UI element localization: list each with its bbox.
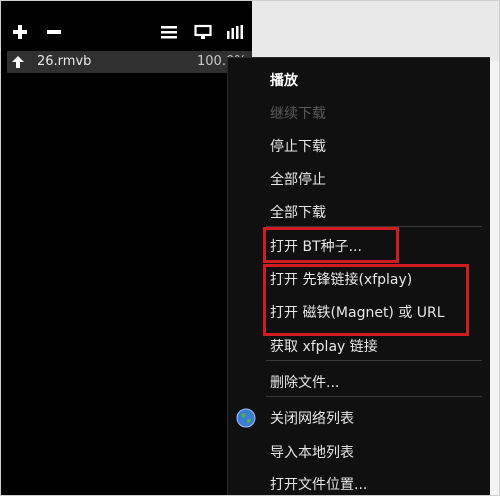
- menu-item-label: 打开 先锋链接(xfplay): [270, 272, 413, 288]
- signal-button[interactable]: [223, 17, 247, 47]
- menu-item-resume-download: 继续下载: [228, 95, 490, 129]
- menu-item-import-local-list[interactable]: 导入本地列表: [228, 434, 490, 468]
- menu-item-label: 获取 xfplay 链接: [270, 339, 378, 355]
- menu-item-label: 继续下载: [270, 106, 326, 122]
- menu-item-label: 打开 磁铁(Magnet) 或 URL: [270, 305, 445, 321]
- screen-button[interactable]: [191, 17, 215, 47]
- menu-separator: [266, 226, 482, 227]
- menu-item-label: 全部下载: [270, 205, 326, 221]
- menu-item-label: 删除文件...: [270, 375, 340, 391]
- menu-item-close-network-list[interactable]: 关闭网络列表: [228, 400, 490, 434]
- menu-item-play[interactable]: 播放: [228, 62, 490, 96]
- menu-item-download-all[interactable]: 全部下载: [228, 194, 490, 228]
- globe-icon: [236, 408, 256, 428]
- context-menu: 播放 继续下载 停止下载 全部停止 全部下载 打开 BT种子... 打开 先锋链…: [227, 57, 490, 495]
- menu-item-label: 打开文件位置...: [270, 477, 368, 493]
- menu-item-label: 全部停止: [270, 172, 326, 188]
- menu-item-open-file-location[interactable]: 打开文件位置...: [228, 466, 490, 495]
- menu-item-stop-all[interactable]: 全部停止: [228, 161, 490, 195]
- menu-item-open-xfplay-link[interactable]: 打开 先锋链接(xfplay): [228, 261, 490, 295]
- menu-item-label: 导入本地列表: [270, 445, 354, 461]
- menu-item-open-bt-torrent[interactable]: 打开 BT种子...: [228, 228, 490, 262]
- upload-arrow-icon: [12, 56, 24, 68]
- menu-item-get-xfplay-link[interactable]: 获取 xfplay 链接: [228, 328, 490, 362]
- menu-separator: [266, 360, 482, 361]
- menu-item-label: 关闭网络列表: [270, 411, 354, 427]
- add-button[interactable]: [9, 17, 31, 47]
- remove-button[interactable]: [43, 17, 65, 47]
- download-list-panel: 26.rmvb 100.0%: [1, 1, 252, 495]
- menu-item-label: 停止下载: [270, 139, 326, 155]
- menu-item-label: 打开 BT种子...: [270, 239, 362, 255]
- menu-item-open-magnet-url[interactable]: 打开 磁铁(Magnet) 或 URL: [228, 294, 490, 328]
- window: 26.rmvb 100.0% 播放 继续下载 停止下载 全部停止 全部下载 打开…: [0, 0, 500, 496]
- menu-item-label: 播放: [270, 73, 298, 89]
- screen-icon: [194, 24, 212, 39]
- list-button[interactable]: [158, 17, 180, 47]
- menu-separator: [266, 396, 482, 397]
- signal-icon: [227, 25, 243, 39]
- background-panel: [252, 1, 499, 61]
- file-name: 26.rmvb: [37, 54, 92, 69]
- remove-icon: [47, 30, 61, 34]
- download-item-row[interactable]: 26.rmvb 100.0%: [7, 51, 252, 73]
- toolbar: [1, 17, 252, 47]
- menu-item-delete-file[interactable]: 删除文件...: [228, 364, 490, 398]
- menu-item-stop-download[interactable]: 停止下载: [228, 128, 490, 162]
- add-icon: [13, 25, 27, 39]
- list-icon: [161, 26, 177, 39]
